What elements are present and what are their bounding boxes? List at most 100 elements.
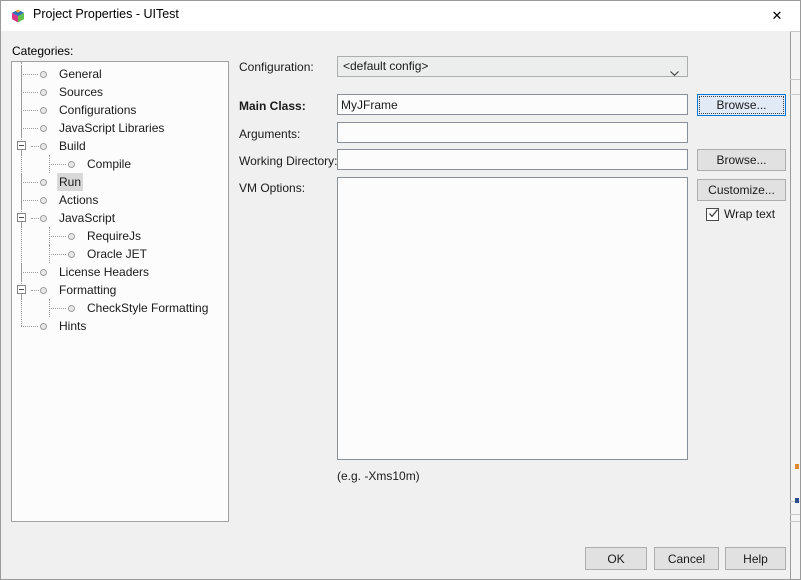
tree-connector-vertical [21,65,23,83]
tree-connector-vertical [21,317,23,326]
working-directory-label: Working Directory: [239,154,338,168]
tree-connector-horizontal [21,326,38,328]
working-directory-browse-button[interactable]: Browse... [697,149,786,171]
configuration-value: <default config> [343,59,429,73]
tree-item-label: RequireJs [87,229,142,243]
tree-item-hints[interactable]: Hints [12,317,228,335]
tree-collapse-icon[interactable] [17,285,26,294]
background-vertical-rule [790,31,791,579]
arguments-label: Arguments: [239,127,301,141]
tree-item-label: Hints [59,319,87,333]
tree-collapse-icon[interactable] [17,141,26,150]
tree-connector-vertical [21,83,23,101]
tree-connector-horizontal [21,92,38,94]
tree-node-icon [40,323,47,330]
tree-node-icon [40,89,47,96]
tree-collapse-icon[interactable] [17,213,26,222]
tree-connector-horizontal [21,110,38,112]
tree-item-label: Compile [87,157,132,171]
tree-node-icon [40,197,47,204]
vm-options-customize-button[interactable]: Customize... [697,179,786,201]
chevron-down-icon [670,65,679,77]
configuration-combobox[interactable]: <default config> [337,56,688,77]
tree-connector-vertical [21,101,23,119]
tree-connector-horizontal [49,254,66,256]
tree-node-icon [40,269,47,276]
close-button[interactable]: ✕ [754,1,800,31]
tree-item-label: JavaScript [59,211,116,225]
tree-connector-horizontal [21,182,38,184]
wrap-text-checkbox-row[interactable]: Wrap text [706,207,775,221]
vm-options-label: VM Options: [239,181,306,195]
tree-item-run[interactable]: Run [12,173,228,191]
tree-item-javascript[interactable]: JavaScript [12,209,228,227]
background-marker [795,464,799,469]
tree-connector-vertical [21,173,23,191]
tree-item-configurations[interactable]: Configurations [12,101,228,119]
working-directory-browse-label: Browse... [716,153,767,167]
close-icon: ✕ [771,8,783,24]
tree-node-icon [40,179,47,186]
tree-item-compile[interactable]: Compile [12,155,228,173]
arguments-input[interactable] [337,122,688,143]
vm-options-customize-label: Customize... [708,183,775,197]
tree-item-sources[interactable]: Sources [12,83,228,101]
tree-item-general[interactable]: General [12,65,228,83]
tree-item-label: JavaScript Libraries [59,121,165,135]
vm-options-hint: (e.g. -Xms10m) [337,469,420,483]
tree-node-icon [40,107,47,114]
tree-item-requirejs[interactable]: RequireJs [12,227,228,245]
tree-item-label: General [59,67,102,81]
background-hrule [790,94,800,95]
tree-item-oracle-jet[interactable]: Oracle JET [12,245,228,263]
tree-node-icon [68,161,75,168]
tree-item-checkstyle-formatting[interactable]: CheckStyle Formatting [12,299,228,317]
background-hrule [790,514,800,515]
tree-connector-vertical [21,119,23,137]
working-directory-input[interactable] [337,149,688,170]
tree-connector-vertical [49,227,51,245]
netbeans-cube-icon [10,8,26,24]
tree-connector-vertical [21,263,23,281]
tree-node-icon [40,287,47,294]
tree-node-icon [68,251,75,258]
vm-options-textarea[interactable] [337,177,688,460]
configuration-label: Configuration: [239,60,314,74]
categories-label: Categories: [12,44,74,58]
tree-item-actions[interactable]: Actions [12,191,228,209]
tree-connector-horizontal [21,272,38,274]
main-class-browse-label: Browse... [716,98,767,112]
tree-connector-vertical [49,245,51,263]
window-title: Project Properties - UITest [33,7,179,21]
main-class-browse-button[interactable]: Browse... [697,94,786,116]
cancel-label: Cancel [667,551,706,566]
tree-item-formatting[interactable]: Formatting [12,281,228,299]
tree-item-label: Run [57,173,84,191]
project-properties-dialog: Project Properties - UITest ✕ Categories… [0,0,801,580]
wrap-text-label: Wrap text [724,207,776,221]
tree-item-label: Formatting [59,283,117,297]
tree-item-label: Build [59,139,86,153]
cancel-button[interactable]: Cancel [654,547,719,570]
tree-connector-vertical [49,299,51,317]
tree-item-label: License Headers [59,265,150,279]
tree-connector-horizontal [49,308,66,310]
tree-item-license-headers[interactable]: License Headers [12,263,228,281]
background-hrule [790,521,800,522]
main-class-input[interactable] [337,94,688,115]
tree-item-label: Sources [59,85,104,99]
help-button[interactable]: Help [725,547,786,570]
tree-node-icon [68,233,75,240]
tree-item-build[interactable]: Build [12,137,228,155]
tree-connector-vertical [21,191,23,209]
categories-tree-panel[interactable]: General Sources Configurations JavaScript L… [11,61,229,522]
tree-node-icon [40,215,47,222]
ok-button[interactable]: OK [585,547,647,570]
tree-item-javascript-libraries[interactable]: JavaScript Libraries [12,119,228,137]
ok-label: OK [607,551,625,566]
background-hrule [790,79,800,80]
main-class-label: Main Class: [239,99,306,113]
tree-node-icon [68,305,75,312]
title-bar: Project Properties - UITest ✕ [1,1,800,31]
wrap-text-checkbox[interactable] [706,207,719,221]
